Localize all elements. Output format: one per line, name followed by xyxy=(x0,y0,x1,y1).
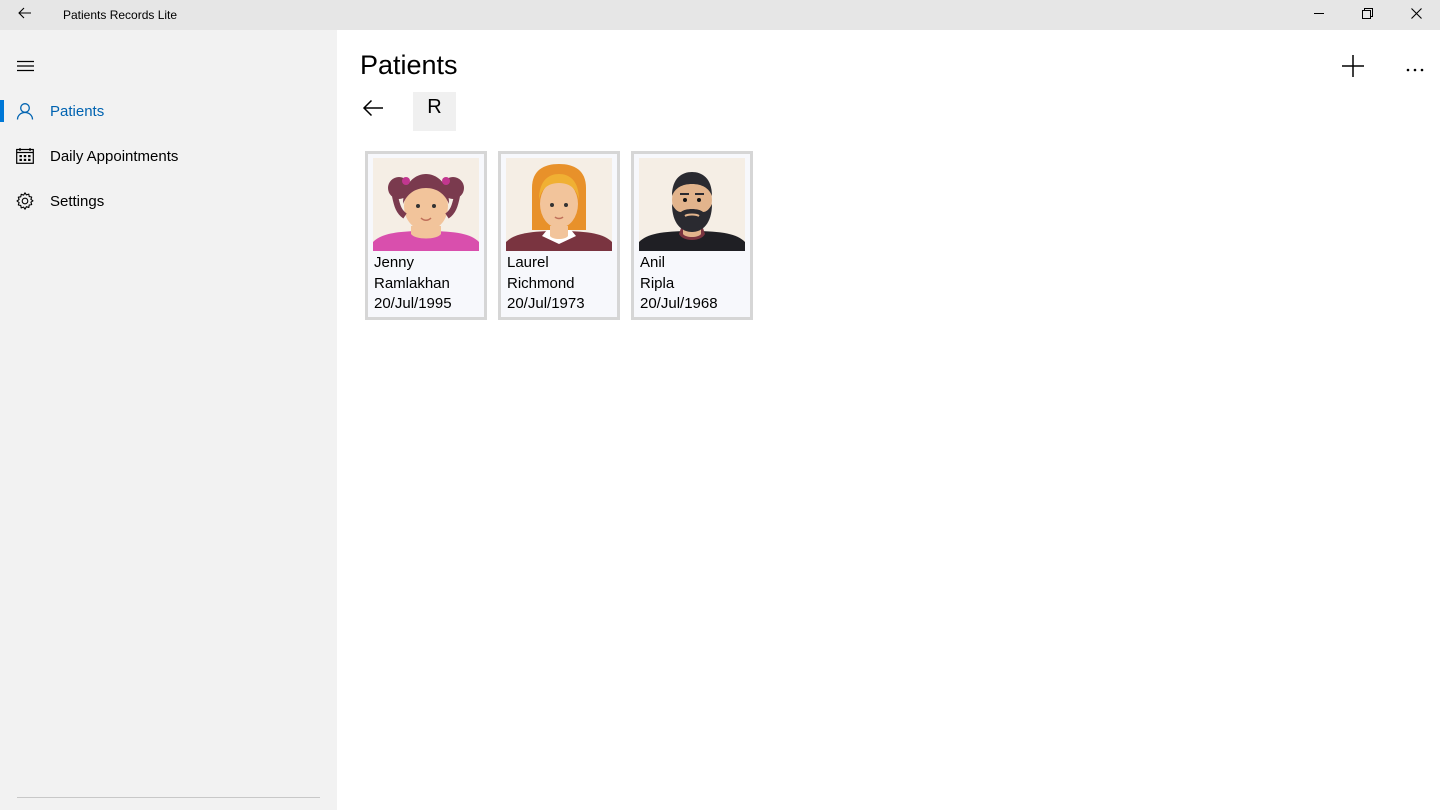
patient-dob: 20/Jul/1973 xyxy=(507,295,585,312)
gear-icon xyxy=(0,181,50,221)
patient-last-name: Ramlakhan xyxy=(374,274,450,292)
patient-first-name: Laurel xyxy=(507,254,549,271)
back-button[interactable] xyxy=(357,94,389,126)
patient-last-name: Ripla xyxy=(640,274,675,292)
patient-grid: Jenny Ramlakhan 20/Jul/1995 Laurel Richm… xyxy=(365,151,753,320)
page-title: Patients xyxy=(360,50,458,80)
restore-button[interactable] xyxy=(1343,0,1391,30)
patient-first-name: Jenny xyxy=(374,254,415,271)
sidebar-item-daily-appointments[interactable]: Daily Appointments xyxy=(0,136,337,176)
minimize-button[interactable] xyxy=(1295,0,1343,30)
back-arrow-icon xyxy=(18,6,32,24)
person-icon xyxy=(0,91,50,131)
calendar-icon xyxy=(0,136,50,176)
more-icon xyxy=(1406,59,1424,77)
patient-dob: 20/Jul/1995 xyxy=(374,295,452,312)
bearded-man-avatar xyxy=(639,158,745,251)
close-icon xyxy=(1410,6,1422,24)
sidebar-item-settings[interactable]: Settings xyxy=(0,181,337,221)
patient-dob: 20/Jul/1968 xyxy=(640,295,718,312)
patient-last-name: Richmond xyxy=(507,274,575,292)
add-patient-button[interactable] xyxy=(1333,50,1373,86)
girl-avatar xyxy=(373,158,479,251)
sidebar-divider xyxy=(17,797,320,798)
more-options-button[interactable] xyxy=(1395,50,1435,86)
window-title: Patients Records Lite xyxy=(63,8,178,22)
sidebar-item-label: Settings xyxy=(50,192,105,210)
window-back-button[interactable] xyxy=(0,0,50,30)
plus-icon xyxy=(1342,54,1364,82)
patient-card[interactable]: Jenny Ramlakhan 20/Jul/1995 xyxy=(365,151,487,320)
title-bar: Patients Records Lite xyxy=(0,0,1440,30)
hamburger-icon xyxy=(16,59,34,77)
sidebar-item-label: Patients xyxy=(50,102,105,120)
patient-first-name: Anil xyxy=(640,254,666,271)
minimize-icon xyxy=(1313,6,1325,24)
main-content: Patients R Jenny Ramlakhan 20/Jul/1995 L… xyxy=(337,30,1440,810)
patient-card[interactable]: Laurel Richmond 20/Jul/1973 xyxy=(498,151,620,320)
alphabet-filter-letter[interactable]: R xyxy=(413,92,456,131)
menu-button[interactable] xyxy=(0,50,50,86)
back-arrow-icon xyxy=(362,99,384,122)
close-button[interactable] xyxy=(1392,0,1440,30)
navigation-pane: Patients Daily Appointments Settings xyxy=(0,30,337,810)
woman-avatar xyxy=(506,158,612,251)
restore-icon xyxy=(1361,6,1373,24)
sidebar-item-label: Daily Appointments xyxy=(50,147,179,165)
patient-card[interactable]: Anil Ripla 20/Jul/1968 xyxy=(631,151,753,320)
sidebar-item-patients[interactable]: Patients xyxy=(0,91,337,131)
